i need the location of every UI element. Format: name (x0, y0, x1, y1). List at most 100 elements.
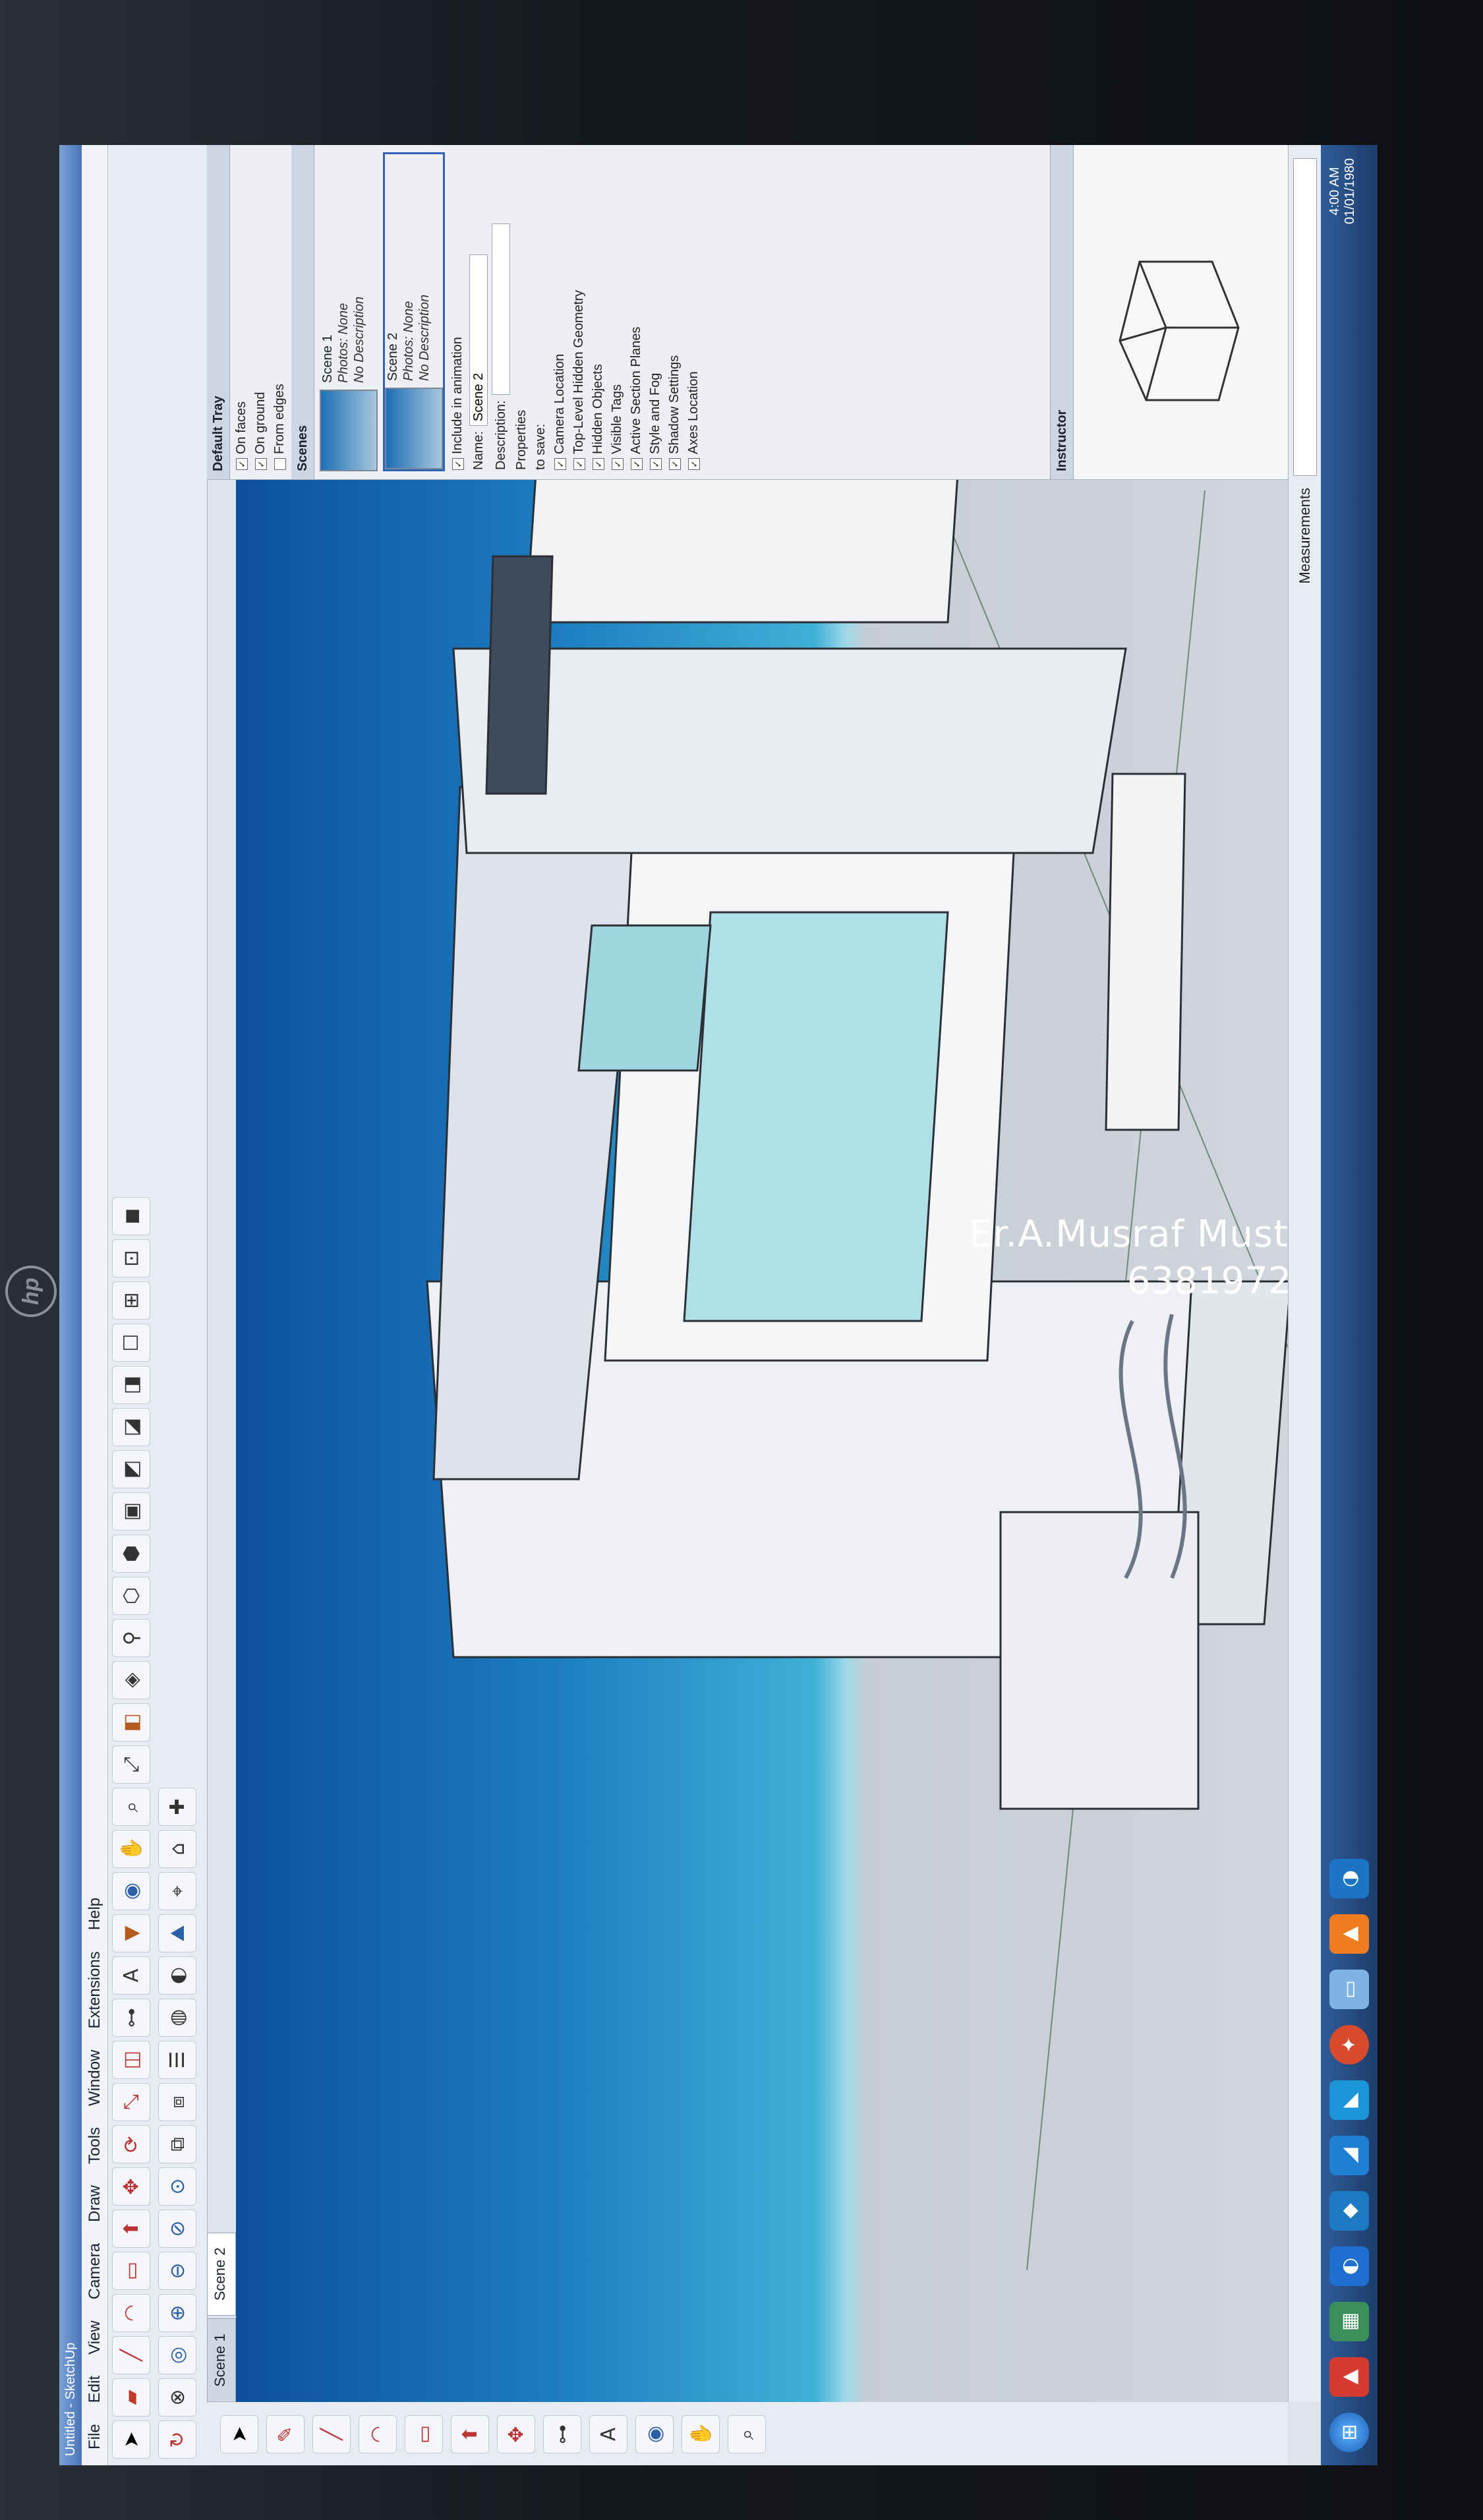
cube-back-icon[interactable]: ◪ (112, 1408, 150, 1446)
outer-shell-icon[interactable]: ◎ (158, 2336, 196, 2374)
shadow-on-ground[interactable]: ✓ On ground (253, 154, 268, 470)
prop-visible-tags[interactable]: ✓ Visible Tags (610, 154, 625, 470)
prop-camera-location[interactable]: ✓ Camera Location (552, 154, 567, 470)
menu-tools[interactable]: Tools (83, 2118, 107, 2173)
xray-icon[interactable]: ☐ (112, 1324, 150, 1362)
tab-scene-1[interactable]: Scene 1 (207, 2318, 236, 2402)
warehouse-icon[interactable]: ⌂ (158, 1830, 196, 1868)
split-icon[interactable]: ⊙ (158, 2167, 196, 2206)
menu-window[interactable]: Window (83, 2041, 107, 2115)
walk-icon[interactable]: ⚲ (112, 1619, 150, 1657)
vlc-icon[interactable]: ▲ (1329, 1914, 1369, 1954)
scene-name-input[interactable] (469, 254, 488, 426)
paint-icon[interactable]: ✎ (266, 2415, 305, 2453)
zoom-icon[interactable]: ⌕ (728, 2415, 766, 2453)
extension-icon[interactable]: ✚ (158, 1788, 196, 1826)
app-icon-sketchup[interactable]: ◢ (1329, 2136, 1369, 2175)
shape-icon[interactable]: ▭ (405, 2415, 443, 2453)
pencil-line-icon[interactable]: ╱ (112, 2336, 150, 2374)
camera-icon[interactable]: ◈ (112, 1661, 150, 1699)
app-icon-cyan[interactable]: ◣ (1329, 2080, 1369, 2120)
prop-style-fog[interactable]: ✓ Style and Fog (648, 154, 663, 470)
prop-axes-location[interactable]: ✓ Axes Location (686, 154, 701, 470)
menu-file[interactable]: File (83, 2415, 107, 2459)
push-pull-icon[interactable]: ⬆ (112, 2210, 150, 2248)
rotate-icon[interactable]: ⟳ (112, 2125, 150, 2163)
app-icon-folder[interactable]: ▭ (1329, 1970, 1369, 2009)
subtract-icon[interactable]: ⊖ (158, 2252, 196, 2290)
tape-measure-icon[interactable]: ⊶ (543, 2415, 581, 2453)
trim-icon[interactable]: ⊘ (158, 2210, 196, 2248)
prop-hidden-geometry[interactable]: ✓ Top-Level Hidden Geometry (571, 154, 587, 470)
arc-icon[interactable]: ◠ (112, 2294, 150, 2332)
text-icon[interactable]: A (112, 1956, 150, 1995)
component-icon[interactable]: ⧉ (158, 2125, 196, 2163)
app-icon-blue[interactable]: ◐ (1329, 2246, 1369, 2286)
tab-scene-2[interactable]: Scene 2 (207, 2232, 236, 2316)
menu-camera[interactable]: Camera (83, 2234, 107, 2308)
app-icon-orange[interactable]: ✦ (1329, 2025, 1369, 2065)
start-button-icon[interactable]: ⊞ (1329, 2413, 1369, 2452)
pan-icon[interactable]: ✋ (112, 1830, 150, 1868)
layers-icon[interactable]: ☰ (158, 2041, 196, 2079)
menu-view[interactable]: View (83, 2311, 107, 2364)
tape-measure-icon[interactable]: ⊶ (112, 1999, 150, 2037)
prop-hidden-objects[interactable]: ✓ Hidden Objects (591, 154, 606, 470)
menu-help[interactable]: Help (83, 1889, 107, 1939)
cube-left-icon[interactable]: ◨ (112, 1366, 150, 1404)
line-icon[interactable]: ╱ (312, 2415, 351, 2453)
eraser-icon[interactable]: ▰ (112, 2378, 150, 2417)
wireframe-icon[interactable]: ⊞ (112, 1281, 150, 1320)
arc-icon[interactable]: ◠ (359, 2415, 397, 2453)
sandbox-icon[interactable]: ⛰ (158, 1914, 196, 1952)
scale-icon[interactable]: ⤡ (112, 2083, 150, 2121)
paint-bucket-icon[interactable]: ▼ (112, 1914, 150, 1952)
prop-section-planes[interactable]: ✓ Active Section Planes (629, 154, 644, 470)
cube-front-icon[interactable]: ▣ (112, 1492, 150, 1531)
shaded-icon[interactable]: ◼ (112, 1197, 150, 1235)
select-arrow-icon[interactable]: ➤ (220, 2415, 258, 2453)
zoom-icon[interactable]: ⌕ (112, 1788, 150, 1826)
cube-iso-icon[interactable]: ⬡ (112, 1577, 150, 1615)
push-pull-icon[interactable]: ⬆ (451, 2415, 489, 2453)
scene-item-1[interactable]: Scene 1 Photos: None No Description (320, 152, 378, 471)
3d-viewport[interactable] (236, 480, 1288, 2402)
measurements-input[interactable] (1293, 158, 1317, 476)
cube-right-icon[interactable]: ◩ (112, 1450, 150, 1488)
prop-label: Hidden Objects (591, 364, 605, 454)
app-icon-diamond[interactable]: ◆ (1329, 2191, 1369, 2231)
scene-description-input[interactable] (492, 223, 510, 396)
app-icon-red[interactable]: ▲ (1329, 2357, 1369, 2397)
system-clock[interactable]: 4:00 AM 01/01/1980 (1327, 158, 1358, 224)
include-in-animation[interactable]: ✓ Include in animation (450, 154, 465, 470)
menu-extensions[interactable]: Extensions (83, 1942, 107, 2037)
rectangle-icon[interactable]: ▭ (112, 2252, 150, 2290)
hidden-line-icon[interactable]: ⊡ (112, 1239, 150, 1277)
union-icon[interactable]: ⊕ (158, 2294, 196, 2332)
section-plane-icon[interactable]: ◧ (112, 1703, 150, 1742)
text-icon[interactable]: A (589, 2415, 627, 2453)
geo-location-icon[interactable]: ⌖ (158, 1872, 196, 1910)
menu-edit[interactable]: Edit (83, 2366, 107, 2412)
intersect-icon[interactable]: ⊗ (158, 2378, 196, 2417)
select-arrow-icon[interactable]: ➤ (112, 2420, 150, 2459)
orbit-icon[interactable]: ◉ (112, 1872, 150, 1910)
app-icon-green[interactable]: ▦ (1329, 2302, 1369, 2341)
shadow-on-faces[interactable]: ✓ On faces (234, 154, 249, 470)
zoom-extents-icon[interactable]: ⤢ (112, 1745, 150, 1784)
orbit-icon[interactable]: ◉ (635, 2415, 674, 2453)
prop-shadow-settings[interactable]: ✓ Shadow Settings (667, 154, 682, 470)
pan-icon[interactable]: ✋ (682, 2415, 720, 2453)
offset-icon[interactable]: ◫ (112, 2041, 150, 2079)
app-icon-layered[interactable]: ◑ (1329, 1859, 1369, 1898)
follow-me-icon[interactable]: ↻ (158, 2420, 196, 2459)
scene-item-2[interactable]: Scene 2 Photos: None No Description (383, 152, 445, 471)
move-icon[interactable]: ✥ (112, 2167, 150, 2206)
move-icon[interactable]: ✥ (497, 2415, 535, 2453)
shadow-from-edges[interactable]: From edges (272, 154, 287, 470)
menu-draw[interactable]: Draw (83, 2176, 107, 2231)
cube-top-icon[interactable]: ⬢ (112, 1535, 150, 1573)
styles-icon[interactable]: ◐ (158, 1956, 196, 1995)
group-icon[interactable]: ⧈ (158, 2083, 196, 2121)
materials-icon[interactable]: ◍ (158, 1999, 196, 2037)
